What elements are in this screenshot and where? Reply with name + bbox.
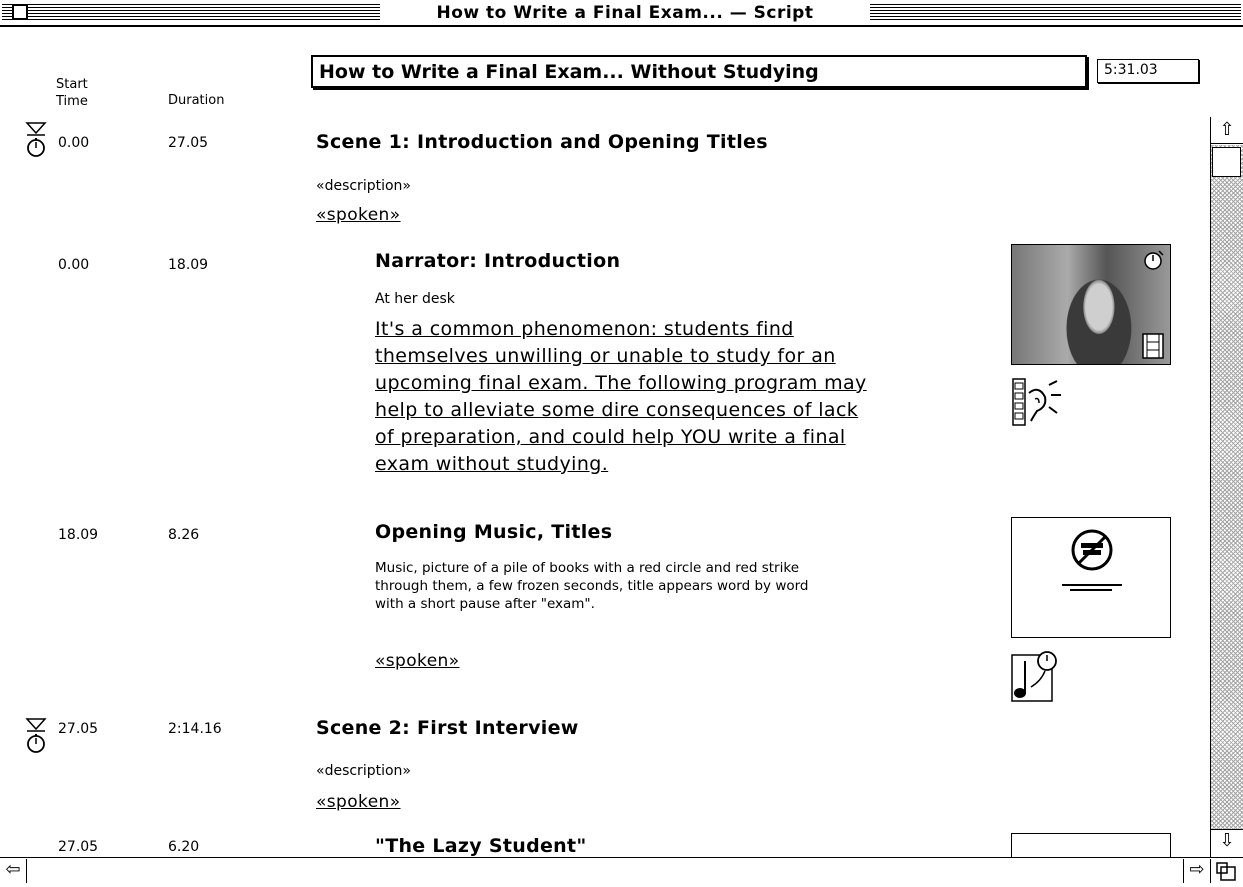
shot-start-time[interactable]: 18.09 <box>58 527 98 543</box>
shot-duration[interactable]: 8.26 <box>168 527 199 543</box>
script-title-field[interactable]: How to Write a Final Exam... Without Stu… <box>311 55 1087 88</box>
scroll-left-arrow-icon[interactable]: ⇦ <box>0 859 27 883</box>
shot-title[interactable]: Narrator: Introduction <box>375 250 620 272</box>
shot-start-time[interactable]: 27.05 <box>58 839 98 855</box>
description-line: with a short pause after "exam". <box>375 596 595 612</box>
scene-description[interactable]: «description» <box>316 762 411 780</box>
shot-description[interactable]: At her desk <box>375 290 455 308</box>
shot-spoken-text[interactable]: It's a common phenomenon: students find … <box>375 316 867 478</box>
shot-spoken[interactable]: «spoken» <box>375 648 460 675</box>
shot-thumbnail[interactable] <box>1011 833 1171 857</box>
spoken-line: upcoming final exam. The following progr… <box>375 372 867 394</box>
duration-column-header: Duration <box>168 93 225 108</box>
spoken-line: themselves unwilling or unable to study … <box>375 345 836 367</box>
stopwatch-icon[interactable] <box>24 121 50 161</box>
title-bar[interactable]: How to Write a Final Exam... — Script <box>0 0 1243 27</box>
title-text-mark <box>1070 589 1112 591</box>
shot-start-time[interactable]: 0.00 <box>58 257 89 273</box>
start-header-line1: Start <box>56 77 88 92</box>
stopwatch-icon[interactable] <box>1142 248 1166 272</box>
scene-spoken[interactable]: «spoken» <box>316 789 401 816</box>
description-line: Music, picture of a pile of books with a… <box>375 560 799 576</box>
scroll-track[interactable] <box>1211 145 1243 829</box>
horizontal-scrollbar[interactable]: ⇦ ⇨ <box>0 857 1243 884</box>
script-content: 0.00 27.05 Scene 1: Introduction and Ope… <box>0 117 1209 857</box>
title-card-thumbnail[interactable] <box>1011 517 1171 638</box>
description-line: through them, a few frozen seconds, titl… <box>375 578 809 594</box>
scroll-up-arrow-icon[interactable]: ⇧ <box>1211 119 1243 144</box>
window-title: How to Write a Final Exam... — Script <box>380 2 870 24</box>
scene-start-time[interactable]: 27.05 <box>58 721 98 737</box>
grow-box[interactable] <box>1210 859 1242 883</box>
scroll-right-arrow-icon[interactable]: ⇨ <box>1183 859 1210 883</box>
start-header-line2: Time <box>56 94 88 109</box>
scroll-down-arrow-icon[interactable]: ⇩ <box>1211 829 1243 856</box>
close-box[interactable] <box>12 4 28 20</box>
spoken-line: of preparation, and could help YOU write… <box>375 426 846 448</box>
title-text-mark <box>1062 584 1122 586</box>
scene-description[interactable]: «description» <box>316 177 411 195</box>
scene-duration[interactable]: 27.05 <box>168 135 208 151</box>
shot-title[interactable]: Opening Music, Titles <box>375 521 612 543</box>
scene-duration[interactable]: 2:14.16 <box>168 721 222 737</box>
scene-start-time[interactable]: 0.00 <box>58 135 89 151</box>
spoken-line: exam without studying. <box>375 453 609 475</box>
start-time-column-header: Start Time <box>56 76 88 110</box>
shot-description[interactable]: Music, picture of a pile of books with a… <box>375 559 809 613</box>
scene-title[interactable]: Scene 2: First Interview <box>316 717 579 739</box>
spoken-line: It's a common phenomenon: students find <box>375 318 794 340</box>
sound-icon[interactable] <box>1011 375 1065 429</box>
scroll-thumb[interactable] <box>1212 147 1241 177</box>
shot-duration[interactable]: 6.20 <box>168 839 199 855</box>
video-thumbnail[interactable] <box>1011 244 1171 365</box>
shot-title[interactable]: "The Lazy Student" <box>375 835 587 857</box>
no-books-icon <box>1071 529 1113 571</box>
total-time-field[interactable]: 5:31.03 <box>1097 59 1199 83</box>
shot-duration[interactable]: 18.09 <box>168 257 208 273</box>
grow-box-icon[interactable] <box>1211 859 1241 883</box>
music-note-icon[interactable] <box>1011 647 1063 703</box>
spoken-line: help to alleviate some dire consequences… <box>375 399 859 421</box>
stopwatch-icon[interactable] <box>24 717 50 757</box>
film-icon <box>1142 333 1164 359</box>
scene-title[interactable]: Scene 1: Introduction and Opening Titles <box>316 131 768 153</box>
scene-spoken[interactable]: «spoken» <box>316 202 401 229</box>
vertical-scrollbar[interactable]: ⇧ ⇩ <box>1210 117 1243 857</box>
